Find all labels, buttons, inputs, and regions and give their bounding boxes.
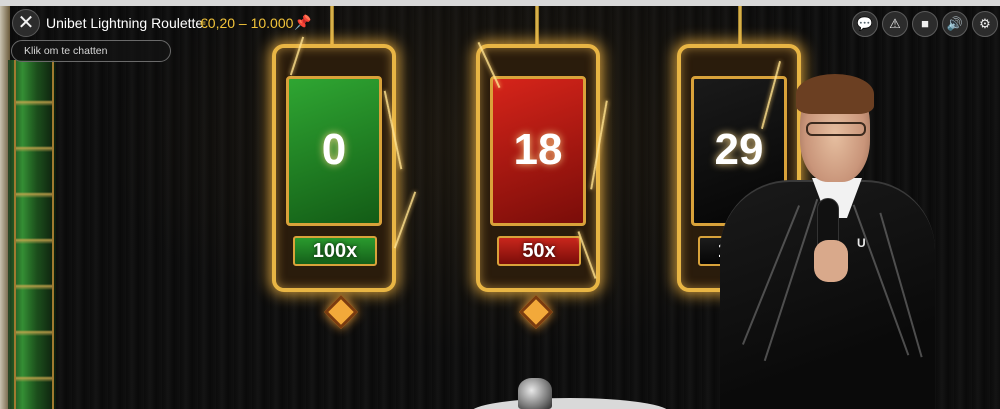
card-chain xyxy=(535,6,539,46)
lightning-number: 0 xyxy=(321,125,347,174)
camera-icon[interactable]: ■ xyxy=(912,11,938,37)
dealer-hand xyxy=(814,240,848,282)
settings-icon[interactable]: ⚙ xyxy=(972,11,998,37)
close-button[interactable]: ✕ xyxy=(12,9,40,37)
lightning-bolt xyxy=(393,191,417,249)
decor-pillar-gold xyxy=(14,60,54,409)
sound-icon[interactable]: 🔊 xyxy=(942,11,968,37)
card-chain xyxy=(330,6,334,46)
diamond-icon xyxy=(324,295,358,329)
roulette-table xyxy=(470,398,670,409)
bet-limits: €0,20 – 10.000 xyxy=(200,15,294,31)
pin-icon[interactable]: 📌 xyxy=(294,14,311,31)
card-chain xyxy=(738,6,742,46)
lightning-card-1: 0 100x xyxy=(272,44,396,292)
dealer-hair xyxy=(796,74,874,114)
lightning-number: 29 xyxy=(714,125,764,174)
lightning-multiplier: 100x xyxy=(293,236,377,266)
chat-icon[interactable]: 💬 xyxy=(852,11,878,37)
diamond-icon xyxy=(519,295,553,329)
alert-icon[interactable]: ⚠ xyxy=(882,11,908,37)
unibet-logo-icon: U xyxy=(857,236,866,250)
lightning-multiplier: 50x xyxy=(497,236,581,266)
card-number-panel: 18 xyxy=(490,76,586,226)
top-strip xyxy=(0,0,1000,6)
card-number-panel: 0 xyxy=(286,76,382,226)
ball-launcher xyxy=(518,378,552,409)
game-title: Unibet Lightning Roulette xyxy=(46,15,204,31)
lightning-number: 18 xyxy=(513,125,563,174)
glasses xyxy=(806,122,866,136)
chat-input[interactable]: Klik om te chatten xyxy=(11,40,171,62)
